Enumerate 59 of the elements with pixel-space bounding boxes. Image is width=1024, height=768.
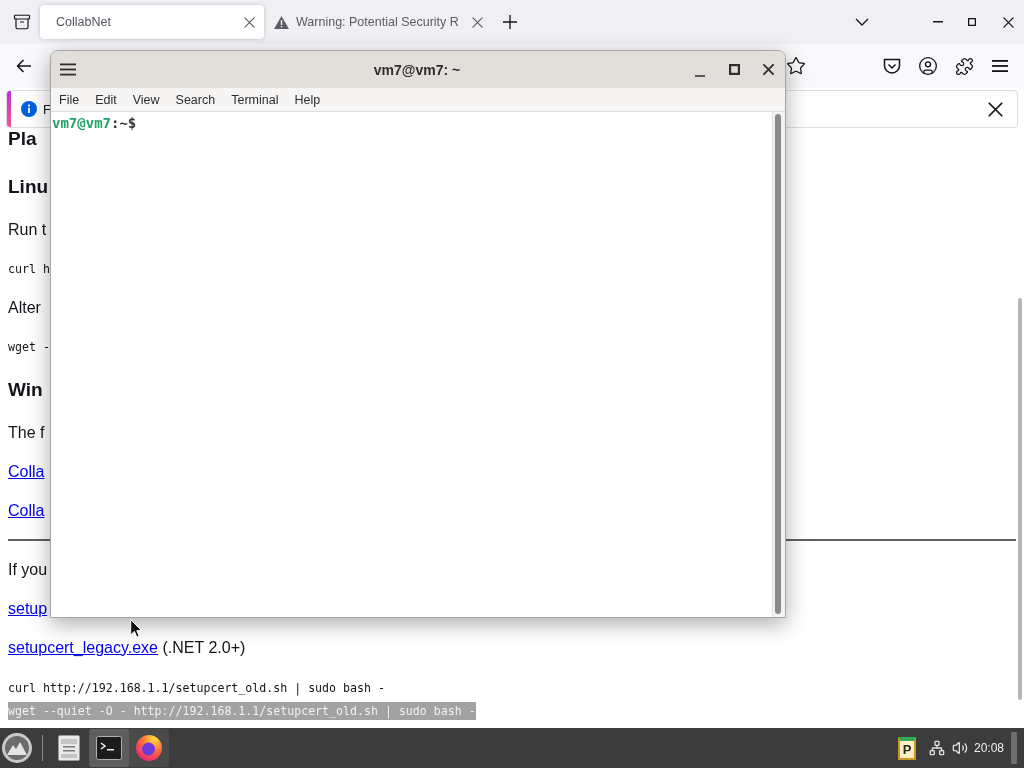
download-link[interactable]: Colla xyxy=(8,462,45,481)
code-line: wget - xyxy=(8,338,50,356)
plus-icon[interactable] xyxy=(503,15,517,29)
menu-icon[interactable] xyxy=(60,63,76,76)
section-heading: Linu xyxy=(8,175,49,198)
network-icon[interactable] xyxy=(928,740,945,756)
paragraph-text: The f xyxy=(8,423,45,442)
menu-icon[interactable] xyxy=(992,60,1008,72)
notification-text: F xyxy=(43,101,51,117)
minimize-icon[interactable] xyxy=(695,74,705,77)
code-line: curl h xyxy=(8,260,50,278)
browser-logo-icon[interactable] xyxy=(136,735,162,761)
paragraph-text: Run t xyxy=(8,220,47,239)
download-link[interactable]: setup xyxy=(8,599,48,618)
maximize-icon[interactable] xyxy=(728,64,740,75)
menu-item[interactable]: Search xyxy=(167,92,224,107)
taskbar-button[interactable] xyxy=(129,729,169,767)
warning-icon xyxy=(274,15,289,29)
menu-item[interactable]: View xyxy=(124,92,168,107)
page-title: Pla xyxy=(8,128,37,150)
terminal-icon[interactable] xyxy=(96,736,122,760)
puzzle-icon[interactable] xyxy=(954,56,974,76)
download-link[interactable]: Colla xyxy=(8,501,45,520)
document-icon[interactable] xyxy=(58,735,80,761)
volume-icon[interactable] xyxy=(951,740,968,756)
star-icon[interactable] xyxy=(786,56,806,76)
accent-stripe xyxy=(7,91,11,127)
tray-app-button[interactable]: P xyxy=(897,736,916,760)
close-icon[interactable] xyxy=(987,101,1003,117)
section-heading: Win xyxy=(8,378,43,401)
minimize-icon[interactable] xyxy=(933,21,943,23)
close-icon[interactable] xyxy=(244,16,255,28)
paragraph-text: Alter xyxy=(8,298,41,317)
scrollbar[interactable] xyxy=(775,114,781,614)
tray-icon[interactable] xyxy=(13,13,31,31)
menu-item[interactable]: Help xyxy=(286,92,329,107)
window-title: vm7@vm7: ~ xyxy=(373,61,461,78)
code-line: curl http://192.168.1.1/setupcert_old.sh | sudo bash - xyxy=(8,679,385,697)
terminal-prompt: vm7@vm7:~$ xyxy=(52,114,137,132)
download-line: setupcert_legacy.exe (.NET 2.0+) xyxy=(8,638,246,657)
close-icon[interactable] xyxy=(1002,16,1014,28)
menu-item[interactable]: Edit xyxy=(87,92,125,107)
maximize-icon[interactable] xyxy=(968,18,976,26)
menu-item[interactable]: File xyxy=(51,92,88,107)
menu-item[interactable]: Terminal xyxy=(223,92,287,107)
info-icon xyxy=(21,101,37,117)
taskbar-button[interactable] xyxy=(89,729,129,767)
back-arrow-icon[interactable] xyxy=(16,59,32,73)
browser-tab[interactable]: Warning: Potential Security R xyxy=(268,5,492,39)
mountain-logo-icon[interactable] xyxy=(2,733,32,763)
account-icon[interactable] xyxy=(918,56,938,76)
browser-tab[interactable]: CollabNet xyxy=(40,5,264,39)
paragraph-text: If you xyxy=(8,560,48,579)
chevron-down-icon[interactable] xyxy=(855,18,869,26)
clock-text[interactable]: 20:08 xyxy=(973,741,1004,755)
chevron-shield-icon[interactable] xyxy=(883,57,901,75)
close-icon[interactable] xyxy=(762,64,774,75)
scrollbar[interactable] xyxy=(1018,298,1022,700)
download-link[interactable]: setupcert_legacy.exe xyxy=(8,638,158,656)
